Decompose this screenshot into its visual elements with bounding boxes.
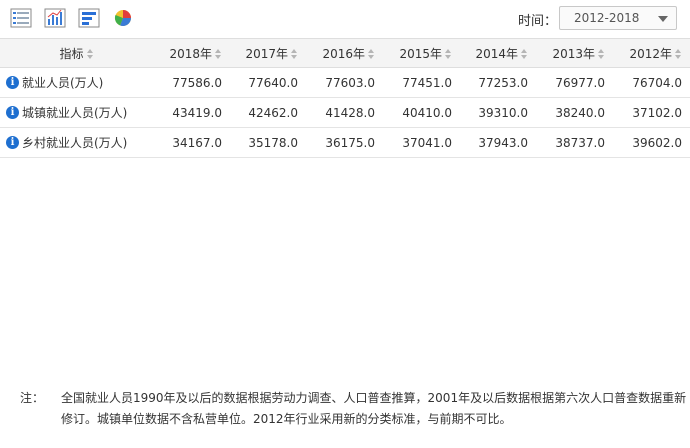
footnote-text: 全国就业人员1990年及以后的数据根据劳动力调查、人口普查推算，2001年及以后…: [61, 391, 687, 426]
info-icon[interactable]: i: [6, 106, 19, 119]
indicator-header-label: 指标: [59, 46, 84, 61]
time-range-select[interactable]: 2012-2018: [559, 6, 677, 30]
row-indicator-name: 乡村就业人员(万人): [22, 136, 128, 150]
column-header-indicator[interactable]: 指标: [0, 38, 153, 68]
year-header-label: 2018年: [169, 46, 212, 61]
table-cell: 77603.0: [306, 67, 383, 98]
sort-icon[interactable]: [445, 48, 452, 60]
year-header-label: 2016年: [322, 46, 365, 61]
table-cell: 42462.0: [230, 97, 306, 128]
column-header-year[interactable]: 2012年: [613, 38, 690, 68]
row-indicator-cell: i 乡村就业人员(万人): [0, 127, 153, 158]
table-row: i 乡村就业人员(万人) 34167.0 35178.0 36175.0 3704…: [0, 127, 690, 158]
chevron-down-icon[interactable]: [658, 16, 668, 22]
time-label: 时间：: [518, 14, 558, 29]
time-range-value: 2012-2018: [574, 11, 640, 25]
pie-chart-icon[interactable]: [112, 7, 134, 29]
sort-icon[interactable]: [86, 48, 94, 60]
bar-chart-icon[interactable]: [44, 7, 66, 29]
row-indicator-cell: i 就业人员(万人): [0, 67, 153, 98]
year-header-label: 2017年: [245, 46, 288, 61]
table-header-row: 指标 2018年 2017年 2016年 2015年 2014年 2013年 2…: [0, 38, 690, 68]
table-row: i 城镇就业人员(万人) 43419.0 42462.0 41428.0 4041…: [0, 97, 690, 128]
table-cell: 34167.0: [153, 127, 230, 158]
column-header-year[interactable]: 2016年: [306, 38, 383, 68]
row-indicator-name: 城镇就业人员(万人): [22, 106, 128, 120]
table-view-icon[interactable]: [10, 7, 32, 29]
table-cell: 36175.0: [306, 127, 383, 158]
column-header-year[interactable]: 2015年: [383, 38, 460, 68]
data-table: 指标 2018年 2017年 2016年 2015年 2014年 2013年 2…: [0, 38, 690, 158]
info-icon[interactable]: i: [6, 136, 19, 149]
table-cell: 77640.0: [230, 67, 306, 98]
table-cell: 77586.0: [153, 67, 230, 98]
column-header-year[interactable]: 2013年: [536, 38, 613, 68]
table-cell: 39602.0: [613, 127, 690, 158]
toolbar: 时间： 2012-2018: [0, 0, 690, 38]
year-header-label: 2014年: [475, 46, 518, 61]
horizontal-bar-icon[interactable]: [78, 7, 100, 29]
year-header-label: 2012年: [629, 46, 672, 61]
table-cell: 43419.0: [153, 97, 230, 128]
row-indicator-cell: i 城镇就业人员(万人): [0, 97, 153, 128]
sort-icon[interactable]: [598, 48, 605, 60]
table-cell: 39310.0: [460, 97, 536, 128]
footnote-label: 注：: [20, 391, 45, 405]
column-header-year[interactable]: 2014年: [460, 38, 536, 68]
table-cell: 35178.0: [230, 127, 306, 158]
column-header-year[interactable]: 2017年: [230, 38, 306, 68]
table-row: i 就业人员(万人) 77586.0 77640.0 77603.0 77451.…: [0, 67, 690, 98]
table-cell: 37943.0: [460, 127, 536, 158]
row-indicator-name: 就业人员(万人): [22, 76, 104, 90]
table-cell: 41428.0: [306, 97, 383, 128]
table-cell: 37102.0: [613, 97, 690, 128]
table-cell: 76977.0: [536, 67, 613, 98]
table-cell: 38240.0: [536, 97, 613, 128]
table-cell: 77253.0: [460, 67, 536, 98]
sort-icon[interactable]: [291, 48, 298, 60]
info-icon[interactable]: i: [6, 76, 19, 89]
table-cell: 40410.0: [383, 97, 460, 128]
table-cell: 77451.0: [383, 67, 460, 98]
sort-icon[interactable]: [215, 48, 222, 60]
sort-icon[interactable]: [675, 48, 682, 60]
table-cell: 38737.0: [536, 127, 613, 158]
year-header-label: 2013年: [552, 46, 595, 61]
sort-icon[interactable]: [368, 48, 375, 60]
column-header-year[interactable]: 2018年: [153, 38, 230, 68]
sort-icon[interactable]: [521, 48, 528, 60]
year-header-label: 2015年: [399, 46, 442, 61]
table-cell: 37041.0: [383, 127, 460, 158]
table-cell: 76704.0: [613, 67, 690, 98]
